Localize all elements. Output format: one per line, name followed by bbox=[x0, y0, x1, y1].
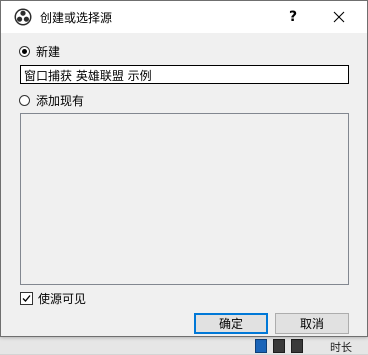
add-existing-radio[interactable] bbox=[19, 95, 30, 106]
checkmark-icon bbox=[22, 295, 31, 302]
title-bar: 创建或选择源 ? bbox=[1, 1, 367, 33]
radio-selected-dot bbox=[22, 49, 27, 54]
ok-button[interactable]: 确定 bbox=[194, 313, 268, 334]
background-toolbar-icon bbox=[291, 339, 303, 353]
background-toolbar bbox=[255, 339, 303, 353]
add-existing-option[interactable]: 添加现有 bbox=[19, 92, 84, 109]
existing-sources-list[interactable] bbox=[20, 113, 349, 285]
source-name-input[interactable] bbox=[20, 65, 349, 84]
background-toolbar-icon bbox=[255, 339, 267, 353]
cancel-button[interactable]: 取消 bbox=[275, 313, 349, 334]
create-new-radio[interactable] bbox=[19, 46, 30, 57]
make-visible-option[interactable]: 使源可见 bbox=[20, 290, 86, 307]
make-visible-label: 使源可见 bbox=[38, 292, 87, 306]
make-visible-checkbox[interactable] bbox=[20, 292, 33, 305]
close-button[interactable] bbox=[317, 1, 361, 33]
background-toolbar-icon bbox=[273, 339, 285, 353]
obs-icon bbox=[14, 8, 32, 26]
add-existing-label: 添加现有 bbox=[36, 94, 85, 108]
create-new-option[interactable]: 新建 bbox=[19, 43, 60, 60]
background-toolbar-strip bbox=[0, 336, 368, 354]
dialog-title: 创建或选择源 bbox=[40, 11, 113, 25]
create-new-label: 新建 bbox=[36, 45, 61, 59]
close-icon bbox=[333, 11, 345, 23]
create-select-source-dialog: 创建或选择源 ? 新建 添加现有 使源可见 确定 取消 bbox=[0, 0, 368, 337]
help-button[interactable]: ? bbox=[276, 1, 310, 33]
